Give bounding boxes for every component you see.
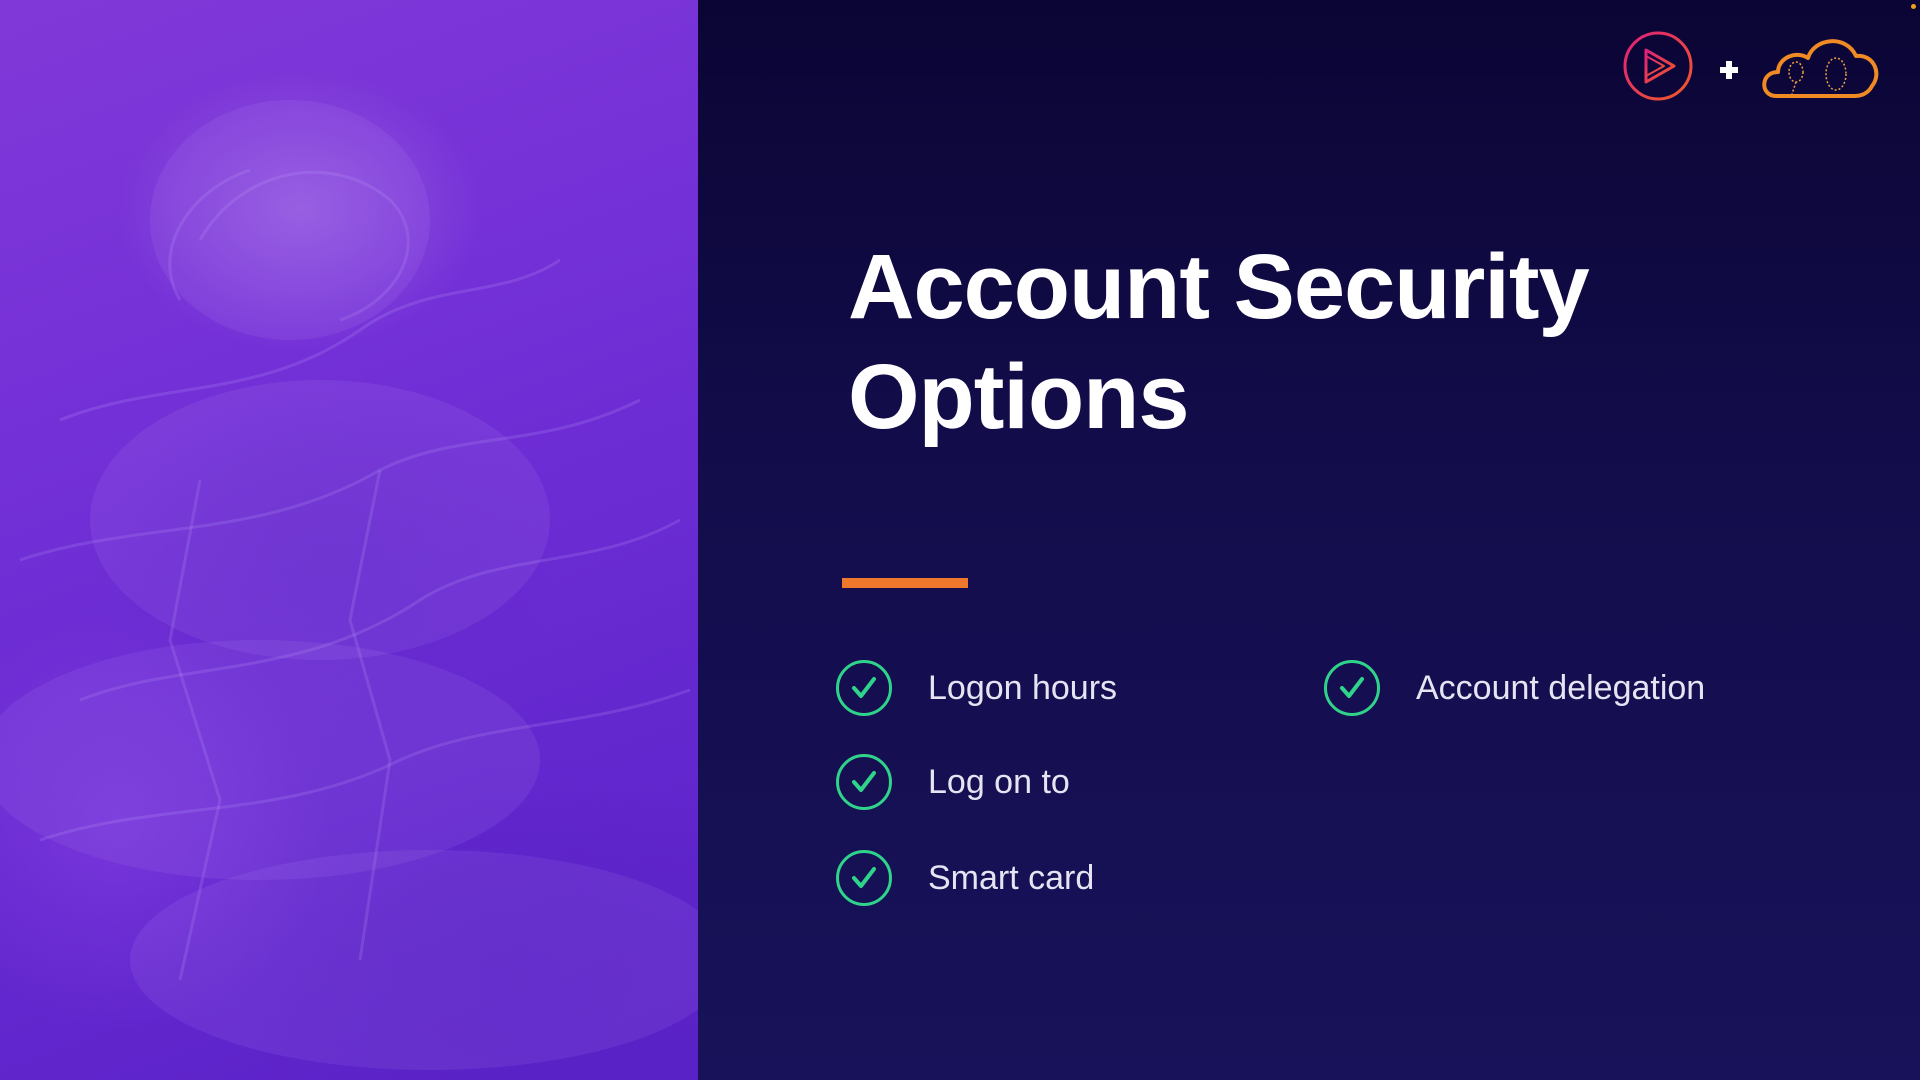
check-circle-icon — [836, 660, 892, 716]
list-item-account-delegation: Account delegation — [1324, 656, 1705, 720]
slide: Account Security Options Logon hours Log… — [0, 0, 1920, 1080]
list-item-log-on-to: Log on to — [836, 750, 1070, 814]
check-circle-icon — [836, 850, 892, 906]
background-image-panel — [0, 0, 698, 1080]
list-item-logon-hours: Logon hours — [836, 656, 1117, 720]
list-item-label: Account delegation — [1416, 668, 1706, 707]
play-logo-icon — [1623, 31, 1693, 101]
check-circle-icon — [1324, 660, 1380, 716]
check-circle-icon — [836, 754, 892, 810]
list-item-smart-card: Smart card — [836, 846, 1094, 910]
logo-area — [1620, 28, 1880, 106]
list-item-label: Smart card — [928, 858, 1095, 897]
plus-icon — [1720, 61, 1738, 79]
cloud-logo-icon — [1762, 39, 1879, 98]
status-dot — [1911, 4, 1916, 9]
content-panel — [698, 0, 1920, 1080]
leaf-texture-icon — [0, 100, 698, 1070]
list-item-label: Logon hours — [928, 668, 1118, 707]
accent-divider — [842, 578, 968, 588]
list-item-label: Log on to — [928, 762, 1070, 801]
slide-title: Account Security Options — [848, 236, 1590, 448]
